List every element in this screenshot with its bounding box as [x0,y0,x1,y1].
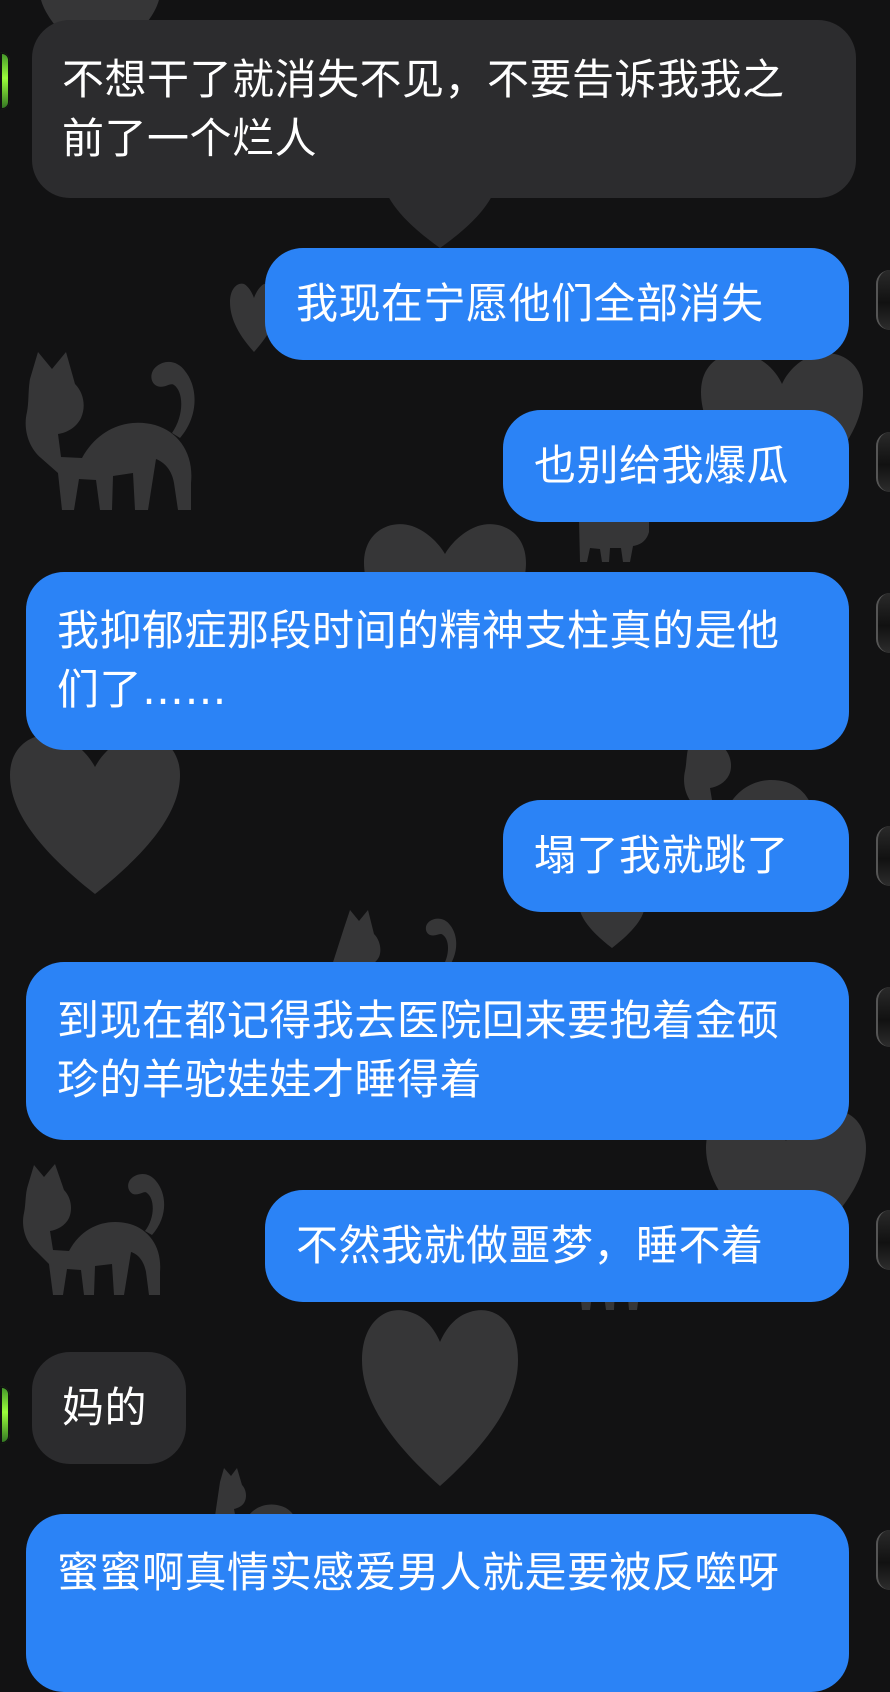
message-bubble-outgoing[interactable]: 我现在宁愿他们全部消失 [265,248,849,360]
cat-icon [575,520,655,562]
read-receipt-indicator [876,270,890,330]
message-bubble-incoming[interactable]: 妈的 [32,1352,186,1464]
read-receipt-indicator [876,1530,890,1590]
avatar[interactable] [0,52,10,110]
cat-icon [8,330,218,520]
heart-icon [352,1304,528,1492]
read-receipt-indicator [876,593,890,653]
message-bubble-outgoing[interactable]: 也别给我爆瓜 [503,410,849,522]
message-bubble-incoming[interactable]: 不想干了就消失不见，不要告诉我我之前了一个烂人 [32,20,856,198]
message-bubble-outgoing[interactable]: 我抑郁症那段时间的精神支柱真的是他们了…… [26,572,849,750]
avatar[interactable] [0,1386,10,1444]
cat-icon [8,1146,188,1306]
message-bubble-outgoing[interactable]: 不然我就做噩梦，睡不着 [265,1190,849,1302]
read-receipt-indicator [876,987,890,1047]
read-receipt-indicator [876,432,890,492]
read-receipt-indicator [876,826,890,886]
message-bubble-outgoing[interactable]: 到现在都记得我去医院回来要抱着金硕珍的羊驼娃娃才睡得着 [26,962,849,1140]
message-bubble-outgoing[interactable]: 蜜蜜啊真情实感爱男人就是要被反噬呀 [26,1514,849,1692]
message-bubble-outgoing[interactable]: 塌了我就跳了 [503,800,849,912]
read-receipt-indicator [876,1210,890,1270]
heart-icon [0,730,190,900]
